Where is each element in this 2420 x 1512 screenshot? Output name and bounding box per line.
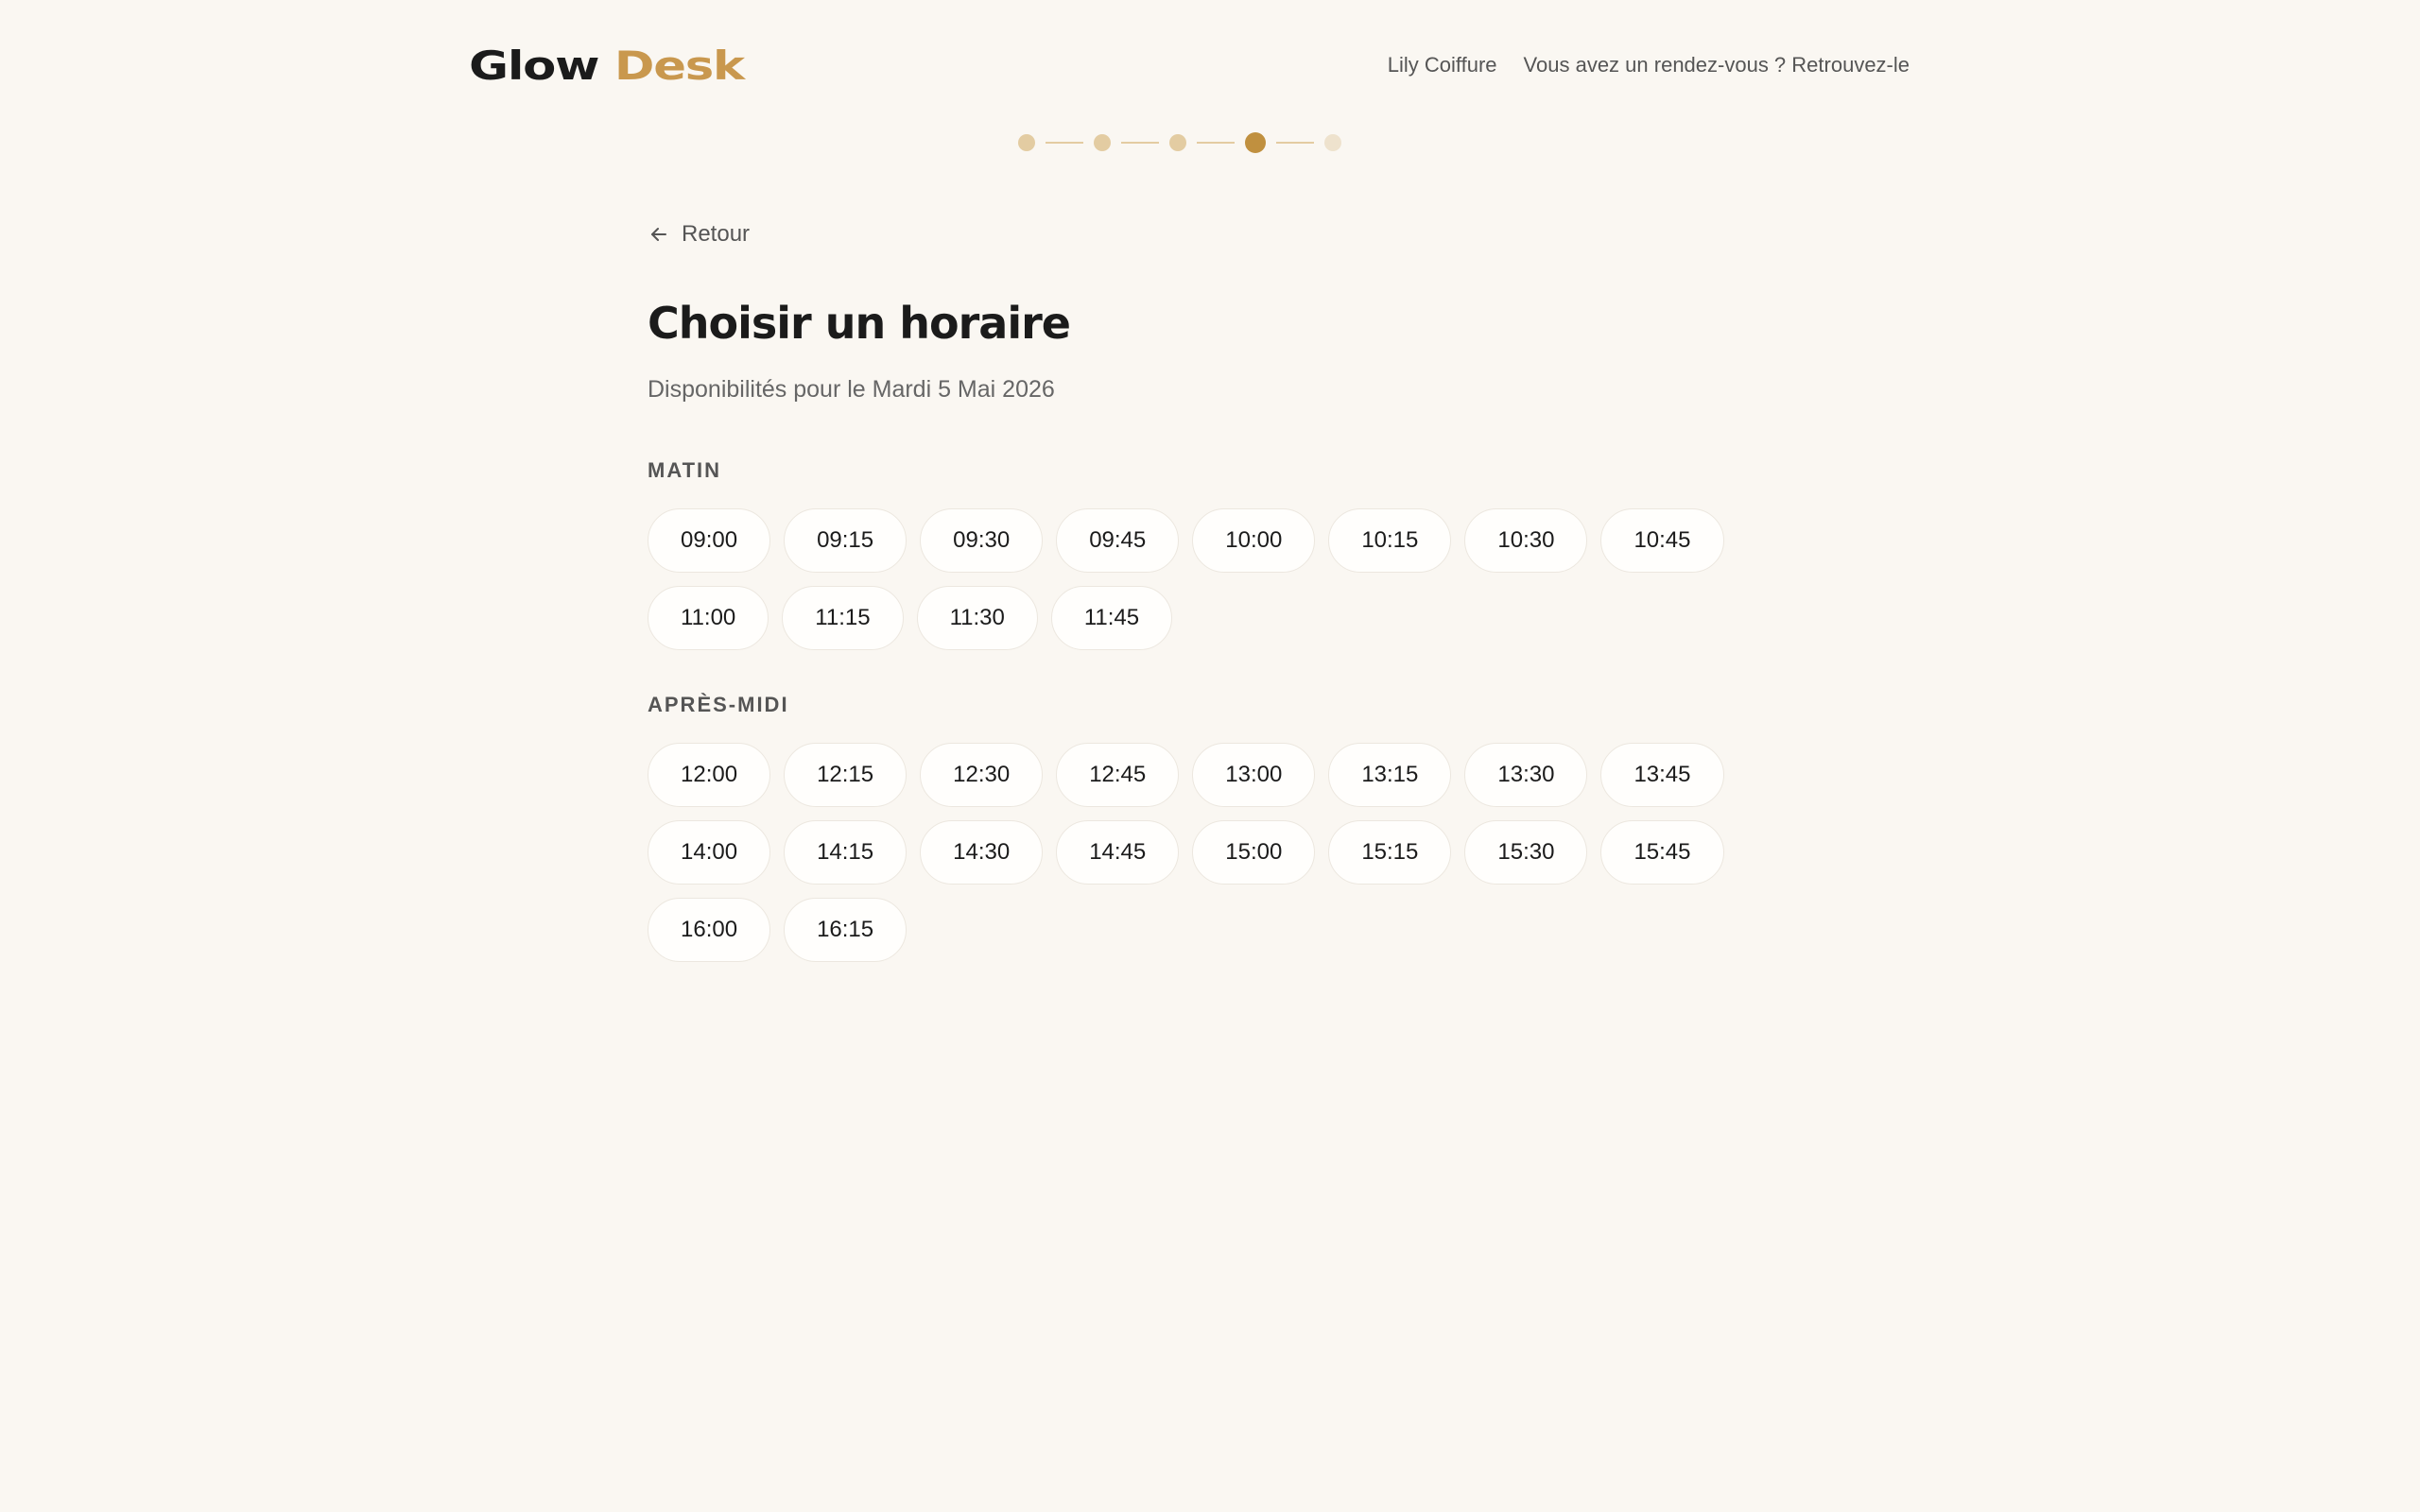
time-slot-button[interactable]: 12:15: [784, 743, 908, 807]
time-slot-button[interactable]: 16:00: [648, 898, 771, 962]
time-slot-button[interactable]: 09:30: [920, 508, 1044, 573]
salon-name-link[interactable]: Lily Coiffure: [1388, 53, 1497, 77]
step-connector: [1197, 142, 1235, 144]
time-slot-button[interactable]: 14:15: [784, 820, 908, 885]
time-slot-button[interactable]: 10:30: [1464, 508, 1588, 573]
time-slot-button[interactable]: 10:00: [1192, 508, 1316, 573]
time-slot-button[interactable]: 14:00: [648, 820, 771, 885]
time-slot-button[interactable]: 11:30: [916, 586, 1038, 650]
time-slot-button[interactable]: 10:15: [1328, 508, 1452, 573]
morning-section-label: MATIN: [648, 458, 722, 482]
main-content: Retour Choisir un horaire Disponibilités…: [648, 217, 1782, 962]
time-slot-button[interactable]: 16:15: [784, 898, 908, 962]
logo[interactable]: Glow Desk: [469, 43, 745, 89]
availability-date: Disponibilités pour le Mardi 5 Mai 2026: [648, 376, 1055, 403]
time-slot-button[interactable]: 09:00: [648, 508, 771, 573]
step-connector: [1046, 142, 1083, 144]
step-1-dot: [1018, 134, 1035, 151]
time-slot-button[interactable]: 12:30: [920, 743, 1044, 807]
back-label: Retour: [682, 221, 751, 247]
afternoon-slots: 12:00 12:15 12:30 12:45 13:00 13:15 13:30 13:45…: [648, 743, 1782, 962]
step-3-dot: [1169, 134, 1186, 151]
page-title: Choisir un horaire: [648, 298, 1071, 349]
time-slot-button[interactable]: 14:45: [1056, 820, 1180, 885]
step-5-dot: [1324, 134, 1341, 151]
step-connector: [1276, 142, 1314, 144]
afternoon-section-label: APRÈS-MIDI: [648, 693, 789, 716]
time-slot-button[interactable]: 11:00: [648, 586, 769, 650]
back-button[interactable]: Retour: [648, 217, 1782, 251]
time-slot-button[interactable]: 12:00: [648, 743, 771, 807]
time-slot-button[interactable]: 11:15: [782, 586, 904, 650]
step-2-dot: [1094, 134, 1111, 151]
time-slot-button[interactable]: 13:45: [1600, 743, 1724, 807]
logo-part-desk: Desk: [614, 43, 745, 89]
arrow-left-icon: [651, 228, 666, 241]
find-appointment-link[interactable]: Vous avez un rendez-vous ? Retrouvez-le: [1524, 53, 1910, 77]
step-connector: [1121, 142, 1159, 144]
logo-part-glow: Glow: [469, 43, 600, 89]
time-slot-button[interactable]: 14:30: [920, 820, 1044, 885]
time-slot-button[interactable]: 15:30: [1464, 820, 1588, 885]
time-slot-button[interactable]: 12:45: [1056, 743, 1180, 807]
time-slot-button[interactable]: 15:45: [1600, 820, 1724, 885]
time-slot-button[interactable]: 13:15: [1328, 743, 1452, 807]
header: Glow Desk Lily Coiffure Vous avez un ren…: [0, 0, 2420, 132]
time-slot-button[interactable]: 11:45: [1050, 586, 1173, 650]
morning-slots: 09:00 09:15 09:30 09:45 10:00 10:15 10:30 10:45…: [648, 508, 1782, 650]
time-slot-button[interactable]: 13:00: [1192, 743, 1316, 807]
time-slot-button[interactable]: 10:45: [1600, 508, 1724, 573]
progress-stepper: [1018, 132, 1341, 153]
time-slot-button[interactable]: 09:15: [784, 508, 908, 573]
time-slot-button[interactable]: 13:30: [1464, 743, 1588, 807]
time-slot-button[interactable]: 15:15: [1328, 820, 1452, 885]
time-slot-button[interactable]: 15:00: [1192, 820, 1316, 885]
time-slot-button[interactable]: 09:45: [1056, 508, 1180, 573]
top-nav: Lily Coiffure Vous avez un rendez-vous ?…: [1388, 53, 1910, 77]
step-4-dot-current: [1245, 132, 1266, 153]
